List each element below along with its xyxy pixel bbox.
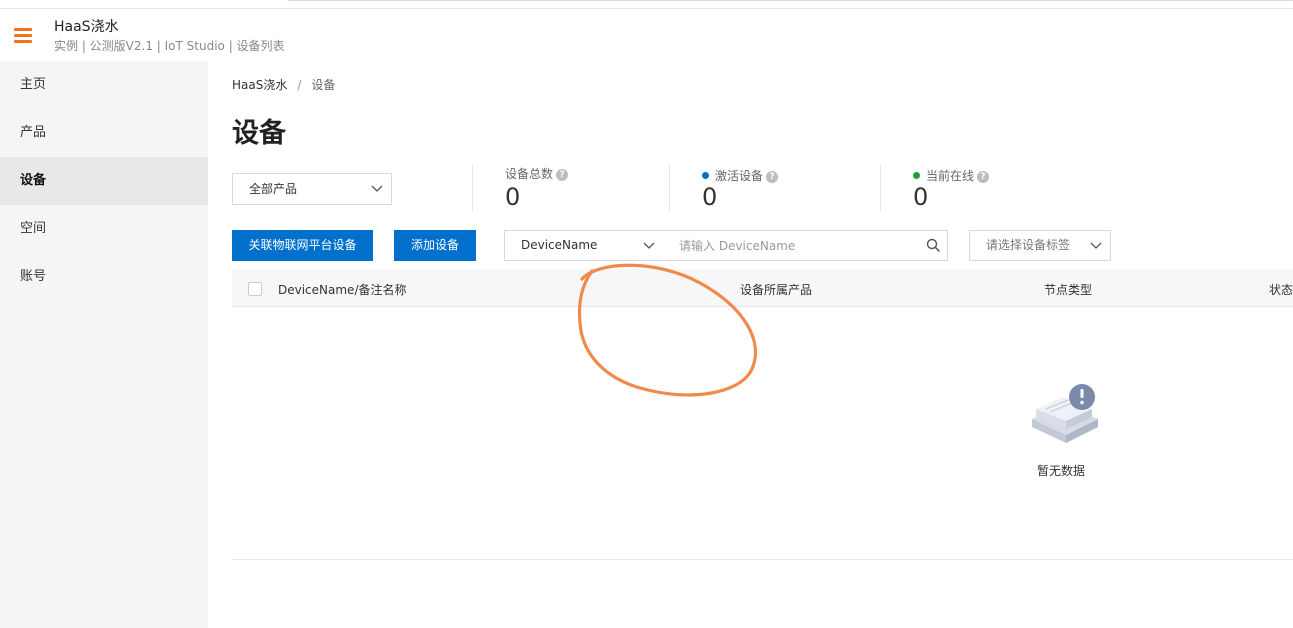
sidebar: 主页 产品 设备 空间 账号 xyxy=(0,61,208,628)
add-device-button[interactable]: 添加设备 xyxy=(394,230,476,261)
hamburger-menu-icon[interactable] xyxy=(14,28,32,44)
link-iot-device-button[interactable]: 关联物联网平台设备 xyxy=(232,230,373,261)
table-bottom-border xyxy=(232,559,1293,560)
question-circle-icon[interactable]: ? xyxy=(556,169,569,181)
sidebar-item-spaces[interactable]: 空间 xyxy=(0,205,208,253)
column-header-product: 设备所属产品 xyxy=(740,283,813,297)
stat-active-label: 激活设备? xyxy=(702,167,779,184)
sidebar-item-home[interactable]: 主页 xyxy=(0,61,208,109)
chevron-down-icon xyxy=(371,185,383,192)
sidebar-item-account[interactable]: 账号 xyxy=(0,253,208,301)
stat-online-label: 当前在线? xyxy=(913,167,990,184)
breadcrumb-root[interactable]: HaaS浇水 xyxy=(232,78,287,92)
chevron-down-icon xyxy=(1090,242,1102,249)
stat-divider xyxy=(880,165,881,211)
question-circle-icon[interactable]: ? xyxy=(766,171,779,183)
main-content: HaaS浇水 / 设备 设备 全部产品 设备总数? 0 激活设备? 0 当前在线? … xyxy=(208,61,1293,628)
product-filter-select[interactable]: 全部产品 xyxy=(232,173,392,205)
search-field-value: DeviceName xyxy=(521,238,598,252)
status-dot-green xyxy=(913,172,920,179)
device-tag-select[interactable]: 请选择设备标签 xyxy=(969,230,1111,261)
search-icon[interactable] xyxy=(926,238,940,252)
search-field-select[interactable]: DeviceName xyxy=(504,230,664,261)
question-circle-icon[interactable]: ? xyxy=(977,171,990,183)
column-header-node-type: 节点类型 xyxy=(1044,283,1093,297)
device-tag-placeholder: 请选择设备标签 xyxy=(986,238,1071,252)
empty-state-text: 暂无数据 xyxy=(1037,464,1086,478)
app-title: HaaS浇水 xyxy=(54,19,119,35)
top-strip-line xyxy=(288,0,1293,1)
stat-divider xyxy=(472,165,473,211)
app-subtitle: 实例 | 公测版V2.1 | IoT Studio | 设备列表 xyxy=(54,39,285,53)
device-name-search-input[interactable] xyxy=(663,230,948,261)
page-title: 设备 xyxy=(232,118,286,149)
sidebar-item-products[interactable]: 产品 xyxy=(0,109,208,157)
stat-online-value: 0 xyxy=(913,183,929,211)
app-header: HaaS浇水 实例 | 公测版V2.1 | IoT Studio | 设备列表 xyxy=(0,9,1293,61)
breadcrumb-separator: / xyxy=(297,78,302,92)
table-header: DeviceName/备注名称 设备所属产品 节点类型 状态 xyxy=(232,269,1293,307)
product-filter-value: 全部产品 xyxy=(249,182,298,196)
breadcrumb: HaaS浇水 / 设备 xyxy=(232,76,335,93)
select-all-checkbox[interactable] xyxy=(248,282,262,296)
status-dot-blue xyxy=(702,172,709,179)
stat-divider xyxy=(669,165,670,211)
stat-total-label: 设备总数? xyxy=(505,165,569,182)
chevron-down-icon xyxy=(643,242,655,249)
column-header-device-name: DeviceName/备注名称 xyxy=(278,283,407,297)
stat-active-value: 0 xyxy=(702,183,718,211)
stat-total-value: 0 xyxy=(505,183,521,211)
breadcrumb-current: 设备 xyxy=(311,78,336,92)
column-header-status: 状态 xyxy=(1269,283,1293,297)
top-browser-strip xyxy=(0,0,1293,9)
empty-box-icon xyxy=(1032,384,1098,443)
sidebar-item-devices[interactable]: 设备 xyxy=(0,157,208,205)
